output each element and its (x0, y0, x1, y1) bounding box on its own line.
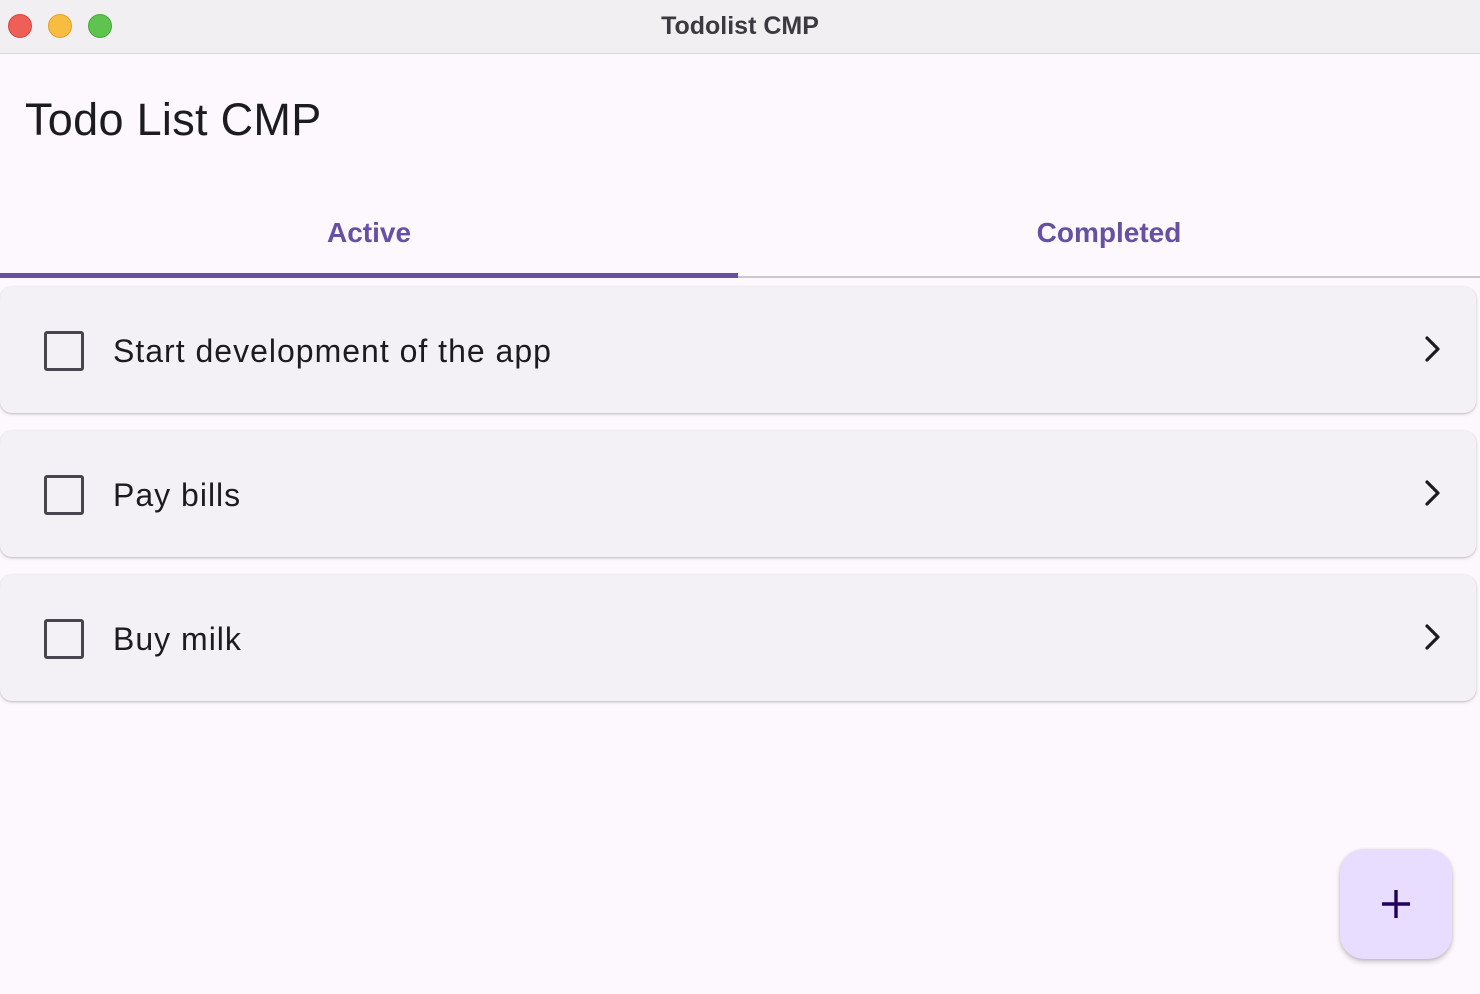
add-todo-button[interactable] (1340, 849, 1452, 959)
tab-completed[interactable]: Completed (738, 196, 1480, 276)
chevron-right-icon[interactable] (1418, 621, 1446, 653)
app-window: Todolist CMP Todo List CMP Active Comple… (0, 0, 1480, 994)
todo-item[interactable]: Start development of the app (0, 287, 1476, 413)
tab-indicator (0, 273, 738, 278)
page-title: Todo List CMP (25, 94, 322, 145)
plus-icon (1382, 890, 1410, 918)
todo-checkbox[interactable] (44, 475, 84, 515)
title-bar: Todolist CMP (0, 0, 1480, 54)
todo-checkbox[interactable] (44, 331, 84, 371)
chevron-right-icon[interactable] (1418, 477, 1446, 509)
tab-active[interactable]: Active (0, 196, 738, 276)
todo-text: Start development of the app (113, 333, 552, 369)
todo-item[interactable]: Pay bills (0, 431, 1476, 557)
chevron-right-icon[interactable] (1418, 333, 1446, 365)
todo-text: Buy milk (113, 621, 242, 657)
todo-text: Pay bills (113, 477, 242, 513)
tab-bar: Active Completed (0, 196, 1480, 278)
todo-item[interactable]: Buy milk (0, 575, 1476, 701)
window-title: Todolist CMP (661, 12, 819, 40)
todo-checkbox[interactable] (44, 619, 84, 659)
todo-list: Start development of the app Pay bills B… (0, 287, 1478, 719)
